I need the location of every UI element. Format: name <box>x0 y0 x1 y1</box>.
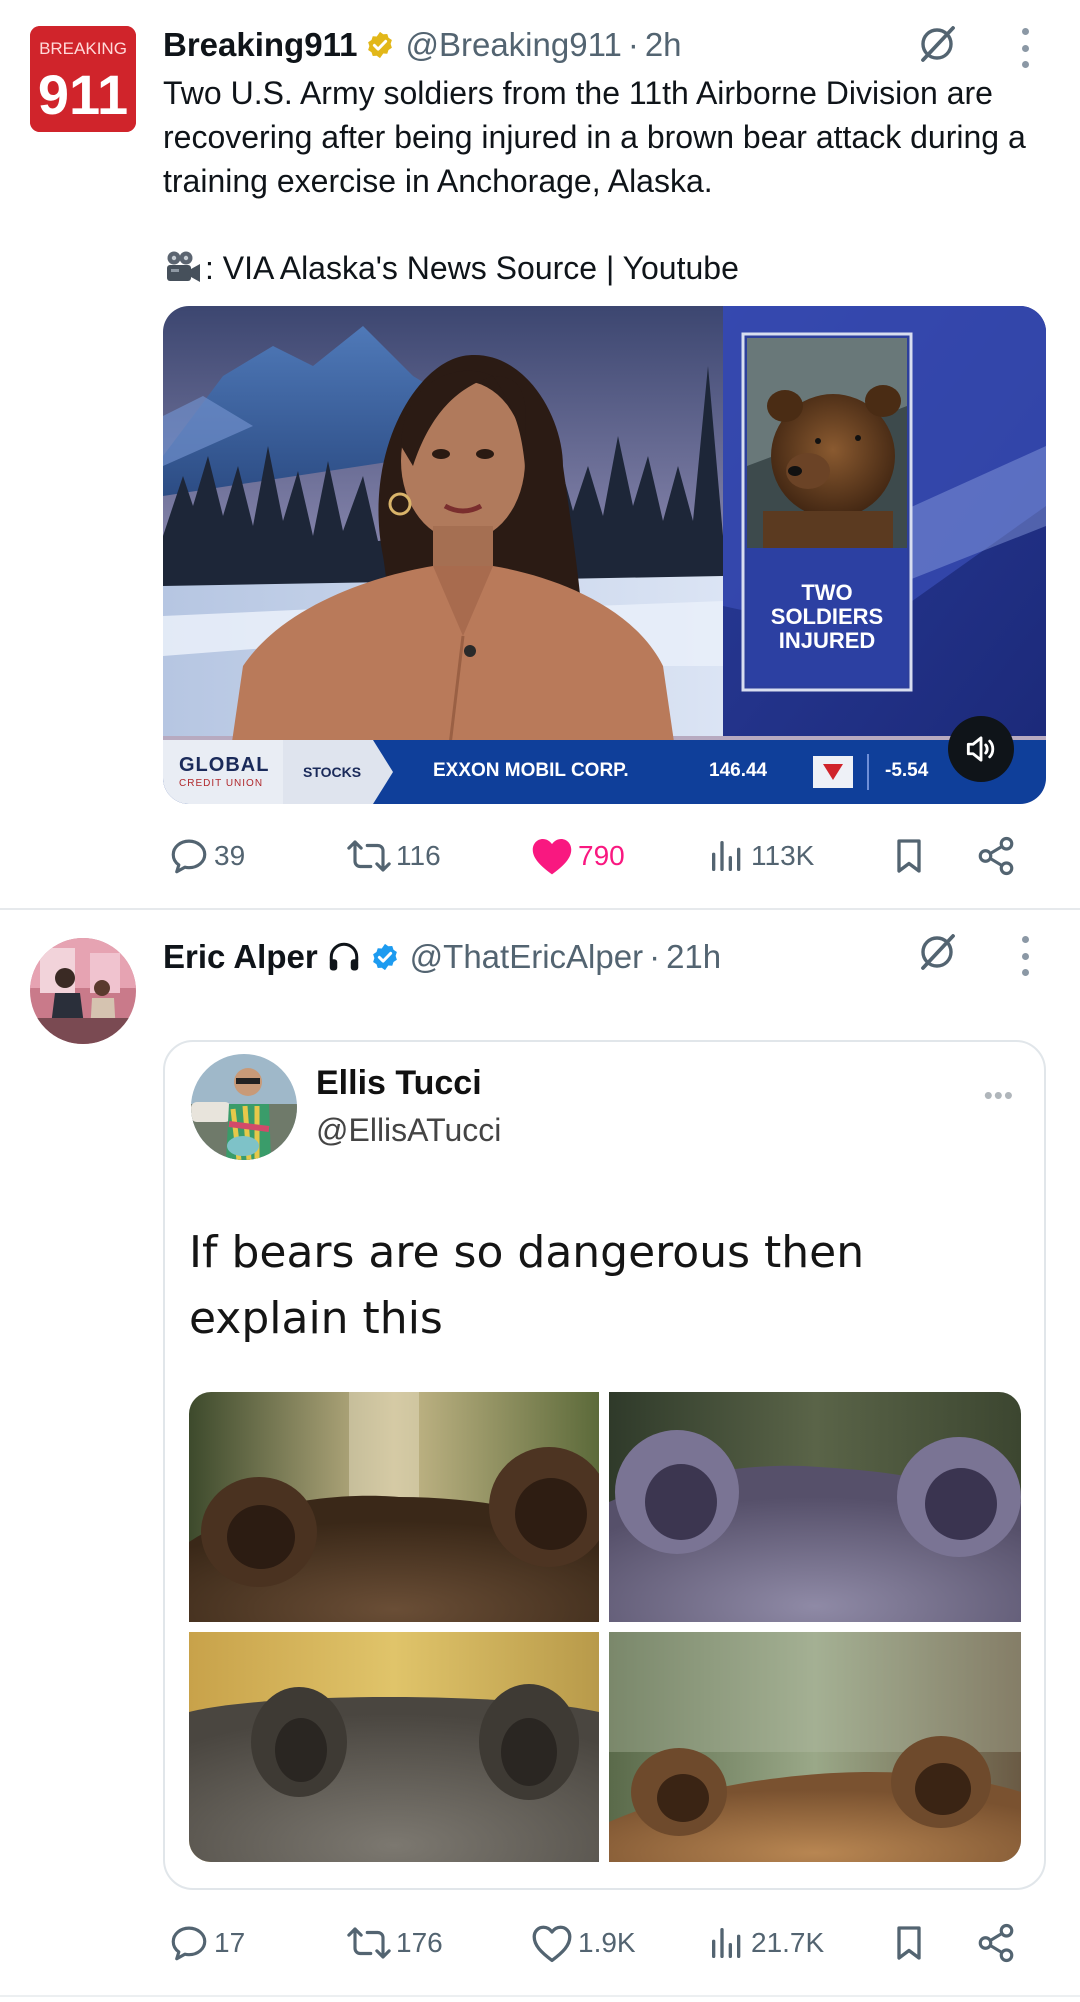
bear-photo-2 <box>609 1392 1021 1622</box>
grok-icon[interactable] <box>915 22 959 66</box>
share-icon <box>978 836 1014 876</box>
like-button[interactable]: 790 <box>530 831 625 881</box>
feed-divider <box>0 1995 1080 1997</box>
headphones-icon <box>329 942 358 971</box>
bear-photo-4 <box>609 1632 1021 1862</box>
tweet-time[interactable]: 2h <box>645 26 682 64</box>
quoted-author-name: Ellis Tucci <box>316 1064 482 1102</box>
quoted-more-icon: ••• <box>983 1080 1014 1110</box>
bookmark-button[interactable] <box>889 831 933 881</box>
speaker-icon <box>966 736 995 762</box>
views-icon <box>712 841 741 871</box>
ericalper-avatar-photo <box>30 938 136 1044</box>
share-icon <box>978 1923 1014 1963</box>
ticker-change: -5.54 <box>885 760 929 781</box>
separator-dot: · <box>627 26 639 63</box>
tweet-header: Eric Alper @ThatEricAlper · 21h <box>163 932 721 982</box>
tweet-source-line: : VIA Alaska's News Source | Youtube <box>163 246 739 290</box>
ticker-brand: GLOBAL <box>179 754 270 776</box>
breaking911-logo: BREAKING 911 <box>30 26 136 132</box>
avatar-top-text: BREAKING <box>39 39 127 58</box>
more-options-icon[interactable] <box>1019 936 1031 976</box>
ticker-divider <box>867 754 869 790</box>
quoted-author-handle: @EllisATucci <box>316 1112 502 1148</box>
bookmark-icon <box>897 1926 921 1960</box>
stock-ticker: GLOBAL CREDIT UNION STOCKS EXXON MOBIL C… <box>163 740 1046 804</box>
breaking911-avatar[interactable]: BREAKING 911 <box>30 26 136 132</box>
views-icon <box>712 1928 741 1958</box>
views-button[interactable]: 113K <box>707 831 814 881</box>
reply-button[interactable]: 17 <box>168 1918 245 1968</box>
like-button[interactable]: 1.9K <box>530 1918 636 1968</box>
tweet-actions: 17 176 1.9K 21.7K <box>163 1918 1043 1968</box>
quoted-tweet-text: If bears are so dangerous then explain t… <box>189 1227 865 1344</box>
bookmark-button[interactable] <box>889 1918 933 1968</box>
author-name[interactable]: Eric Alper <box>163 938 318 976</box>
bookmark-icon <box>897 839 921 873</box>
source-text: : VIA Alaska's News Source | Youtube <box>205 250 739 286</box>
share-button[interactable] <box>975 1918 1021 1968</box>
bear-photo-grid <box>189 1392 1021 1862</box>
reply-button[interactable]: 39 <box>168 831 245 881</box>
bear-photo-3 <box>189 1632 599 1862</box>
news-video-player[interactable]: TWO SOLDIERS INJURED GLOBAL CREDIT UNION… <box>163 306 1046 804</box>
tweet-header: Breaking911 @Breaking911 · 2h <box>163 20 682 70</box>
mute-button[interactable] <box>948 716 1014 782</box>
repost-icon <box>347 1927 391 1959</box>
heart-filled-icon <box>532 838 572 875</box>
bear-head-dark-photo <box>189 1632 599 1862</box>
lower-third-text: TWO SOLDIERS INJURED <box>770 580 884 653</box>
news-video-frame <box>163 306 1046 804</box>
view-count: 113K <box>751 840 815 871</box>
ticker-company: EXXON MOBIL CORP. <box>433 760 629 781</box>
repost-count: 176 <box>396 1927 443 1958</box>
repost-button[interactable]: 176 <box>346 1918 443 1968</box>
author-handle[interactable]: @Breaking911 <box>405 26 621 64</box>
repost-count: 116 <box>396 840 441 871</box>
ticker-tab: STOCKS <box>283 740 393 804</box>
tweet-time[interactable]: 21h <box>666 938 721 976</box>
ticker-brand-sub: CREDIT UNION <box>179 778 264 789</box>
ticker-down-arrow-icon <box>813 756 853 788</box>
bear-head-brown-photo <box>189 1392 599 1622</box>
reply-icon <box>171 839 207 874</box>
bear-head-light-brown-photo <box>609 1632 1021 1862</box>
reply-icon <box>171 1926 207 1961</box>
quoted-author-avatar <box>191 1054 297 1160</box>
verified-gold-badge-icon <box>368 31 393 59</box>
more-options-icon[interactable] <box>1019 28 1031 68</box>
grok-icon[interactable] <box>915 930 959 974</box>
heart-outline-icon <box>532 1925 572 1963</box>
movie-camera-icon <box>167 251 200 282</box>
avatar-bottom-text: 911 <box>38 63 128 126</box>
quoted-tweet-image[interactable]: Ellis Tucci @EllisATucci ••• If bears ar… <box>163 1040 1046 1890</box>
view-count: 21.7K <box>751 1927 825 1958</box>
reply-count: 39 <box>214 840 246 871</box>
separator-dot: · <box>649 938 661 975</box>
bear-head-grey-photo <box>609 1392 1021 1622</box>
ticker-price: 146.44 <box>709 760 768 781</box>
author-handle[interactable]: @ThatEricAlper <box>410 938 643 976</box>
quoted-avatar-photo <box>191 1054 297 1160</box>
bear-photo-1 <box>189 1392 599 1622</box>
ticker-tab-label: STOCKS <box>303 764 362 780</box>
ericalper-avatar[interactable] <box>30 938 136 1044</box>
repost-icon <box>347 840 391 872</box>
repost-button[interactable]: 116 <box>346 831 441 881</box>
reply-count: 17 <box>214 1927 246 1958</box>
author-name[interactable]: Breaking911 <box>163 26 357 64</box>
tweet-ericalper[interactable]: Eric Alper @ThatEricAlper · 21h Ellis Tu… <box>0 910 1080 2002</box>
verified-blue-badge-icon <box>372 943 397 971</box>
tweet-breaking911[interactable]: BREAKING 911 Breaking911 @Breaking911 · … <box>0 0 1080 908</box>
like-count: 790 <box>578 840 625 871</box>
like-count: 1.9K <box>578 1927 636 1958</box>
tweet-actions: 39 116 790 113K <box>163 831 1043 881</box>
views-button[interactable]: 21.7K <box>707 1918 824 1968</box>
tweet-text: Two U.S. Army soldiers from the 11th Air… <box>163 75 1026 199</box>
share-button[interactable] <box>975 831 1021 881</box>
lower-third-headline: TWO SOLDIERS INJURED <box>747 548 907 686</box>
